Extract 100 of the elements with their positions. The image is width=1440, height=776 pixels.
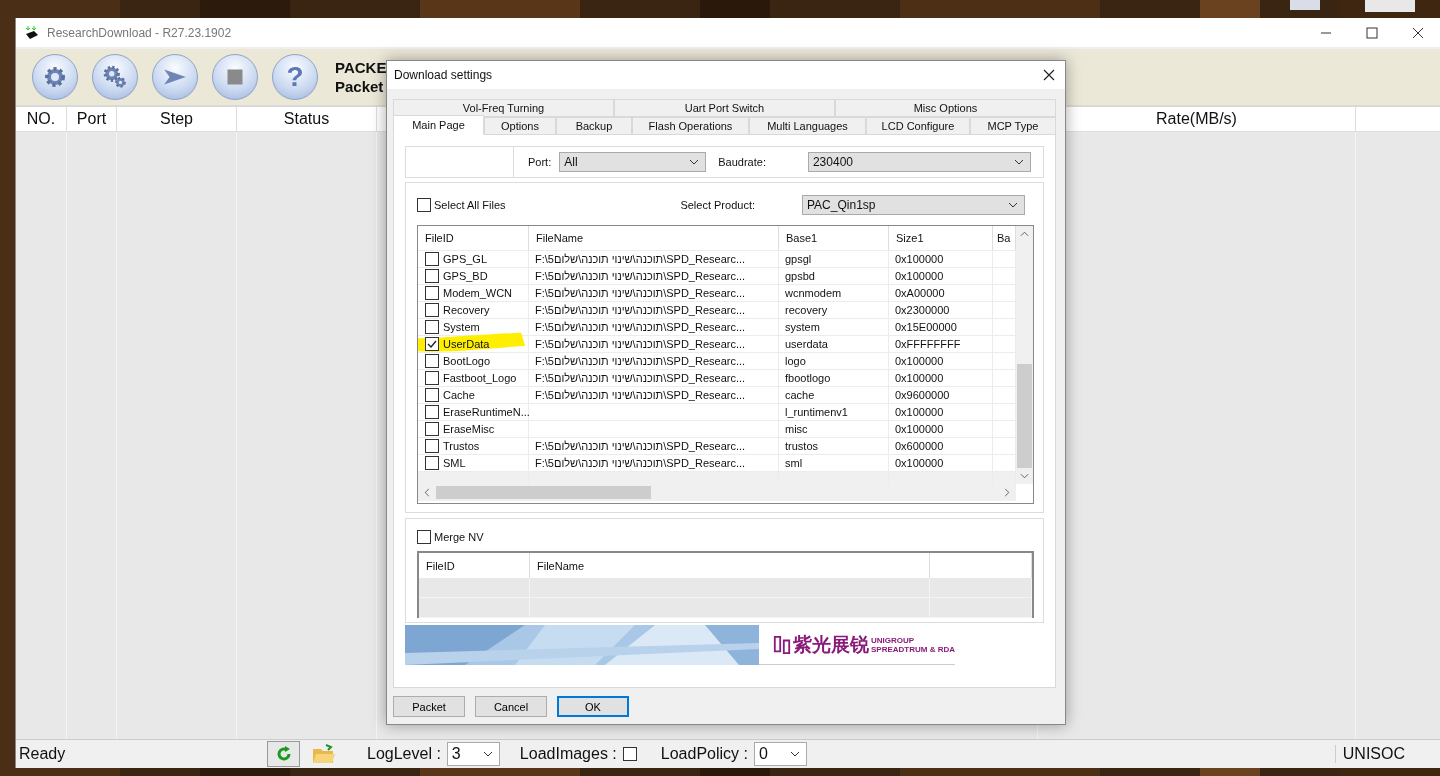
- help-button[interactable]: ?: [272, 54, 318, 100]
- file-checkbox[interactable]: [425, 439, 439, 453]
- tab[interactable]: Options: [484, 117, 556, 135]
- tab[interactable]: Flash Operations: [632, 117, 749, 135]
- base-name: gpsbd: [785, 270, 815, 282]
- dialog-button[interactable]: Packet: [393, 696, 465, 717]
- file-checkbox[interactable]: [425, 354, 439, 368]
- tab[interactable]: Uart Port Switch: [614, 99, 835, 117]
- chevron-icon: [789, 751, 800, 757]
- file-id: EraseMisc: [443, 423, 495, 435]
- file-size: 0xFFFFFFFF: [895, 338, 961, 350]
- tab[interactable]: Backup: [556, 117, 632, 135]
- file-checkbox[interactable]: [425, 286, 439, 300]
- column-header[interactable]: FileName: [529, 226, 779, 250]
- scroll-up-icon[interactable]: [1020, 231, 1029, 237]
- file-row[interactable]: EraseRuntimeN... l_runtimenv1 0x100000: [418, 403, 1016, 420]
- status-text: Ready: [19, 745, 67, 763]
- file-checkbox[interactable]: [425, 405, 439, 419]
- column-header[interactable]: Port: [67, 107, 117, 131]
- column-header[interactable]: NO.: [16, 107, 67, 131]
- chevron-icon: [1008, 202, 1018, 208]
- file-id: GPS_BD: [443, 270, 488, 282]
- load-images-checkbox[interactable]: [622, 747, 637, 761]
- horizontal-scrollbar[interactable]: [418, 484, 1016, 501]
- file-size: 0x15E00000: [895, 321, 957, 333]
- start-button[interactable]: [152, 54, 198, 100]
- tab[interactable]: MCP Type: [970, 117, 1056, 135]
- scroll-down-icon[interactable]: [1020, 473, 1029, 479]
- vertical-scrollbar[interactable]: [1016, 226, 1033, 484]
- file-checkbox[interactable]: [425, 320, 439, 334]
- merge-nv-checkbox[interactable]: [417, 530, 431, 544]
- dialog-title: Download settings: [394, 68, 493, 82]
- baudrate-select[interactable]: 230400: [807, 152, 1031, 172]
- file-path: F:\תוכנה\שינוי תוכנה\שלום5\SPD_Researc...: [535, 457, 746, 469]
- file-checkbox[interactable]: [425, 422, 439, 436]
- file-path: F:\תוכנה\שינוי תוכנה\שלום5\SPD_Researc...: [535, 355, 746, 367]
- file-row[interactable]: EraseMisc misc 0x100000: [418, 420, 1016, 437]
- file-id: BootLogo: [443, 355, 491, 367]
- tab[interactable]: Vol-Freq Turning: [393, 99, 614, 117]
- port-select[interactable]: All: [559, 152, 707, 172]
- scroll-right-icon[interactable]: [1004, 488, 1010, 497]
- load-images-label: LoadImages :: [519, 745, 617, 763]
- file-path: F:\תוכנה\שינוי תוכנה\שלום5\SPD_Researc...: [535, 372, 746, 384]
- log-level-label: LogLevel :: [367, 745, 441, 763]
- base-name: trustos: [785, 440, 818, 452]
- tab[interactable]: LCD Configure: [866, 117, 970, 135]
- close-icon[interactable]: [1412, 26, 1424, 39]
- select-all-checkbox[interactable]: [417, 198, 431, 212]
- column-header[interactable]: FileID: [418, 226, 529, 250]
- file-checkbox[interactable]: [425, 269, 439, 283]
- scroll-left-icon[interactable]: [424, 488, 430, 497]
- refresh-button[interactable]: [267, 741, 300, 767]
- logo-subtitle: SPREADTRUM & RDA: [871, 644, 955, 654]
- logo-subtitle: UNIGROUP: [871, 635, 916, 645]
- file-size: 0x100000: [895, 457, 944, 469]
- base-name: l_runtimenv1: [785, 406, 848, 418]
- tab[interactable]: Misc Options: [835, 99, 1056, 117]
- base-name: gpsgl: [785, 253, 812, 265]
- base-name: cache: [785, 389, 815, 401]
- chip-icon: [25, 25, 39, 40]
- tab[interactable]: Multi Languages: [749, 117, 866, 135]
- window-title: ResearchDownload - R27.23.1902: [47, 25, 232, 40]
- settings-button[interactable]: [32, 54, 78, 100]
- stop-button[interactable]: [212, 54, 258, 100]
- file-size: 0x100000: [895, 270, 944, 282]
- file-id: Trustos: [443, 440, 480, 452]
- file-path: F:\תוכנה\שינוי תוכנה\שלום5\SPD_Researc...: [535, 389, 746, 401]
- product-select[interactable]: PAC_Qin1sp: [802, 195, 1025, 215]
- load-policy-select[interactable]: 0: [753, 742, 807, 766]
- log-level-select[interactable]: 3: [446, 742, 500, 766]
- packet-title: PACKE: [335, 58, 387, 77]
- file-id: System: [443, 321, 480, 333]
- base-name: misc: [785, 423, 808, 435]
- file-checkbox[interactable]: [425, 456, 439, 470]
- file-id: UserData: [443, 338, 490, 350]
- file-checkbox[interactable]: [425, 337, 439, 351]
- maximize-icon[interactable]: [1366, 26, 1378, 39]
- column-header[interactable]: Status: [237, 107, 377, 131]
- file-checkbox[interactable]: [425, 388, 439, 402]
- file-id: Cache: [443, 389, 475, 401]
- close-icon[interactable]: [1043, 69, 1055, 81]
- dialog-button[interactable]: Cancel: [475, 696, 547, 717]
- file-checkbox[interactable]: [425, 303, 439, 317]
- tab[interactable]: Main Page: [393, 115, 484, 135]
- column-header[interactable]: Step: [117, 107, 237, 131]
- file-id: GPS_GL: [443, 253, 488, 265]
- base-name: logo: [785, 355, 806, 367]
- file-checkbox[interactable]: [425, 371, 439, 385]
- gears-button[interactable]: [92, 54, 138, 100]
- column-header[interactable]: Base1: [779, 226, 889, 250]
- file-checkbox[interactable]: [425, 252, 439, 266]
- base-name: userdata: [785, 338, 828, 350]
- chevron-icon: [689, 159, 700, 165]
- base-name: sml: [785, 457, 803, 469]
- gear-icon: [43, 65, 67, 89]
- dialog-button[interactable]: OK: [557, 696, 629, 717]
- column-header[interactable]: Size1: [889, 226, 993, 250]
- file-size: 0x100000: [895, 423, 944, 435]
- file-id: EraseRuntimeN...: [443, 406, 530, 418]
- file-size: 0x2300000: [895, 304, 950, 316]
